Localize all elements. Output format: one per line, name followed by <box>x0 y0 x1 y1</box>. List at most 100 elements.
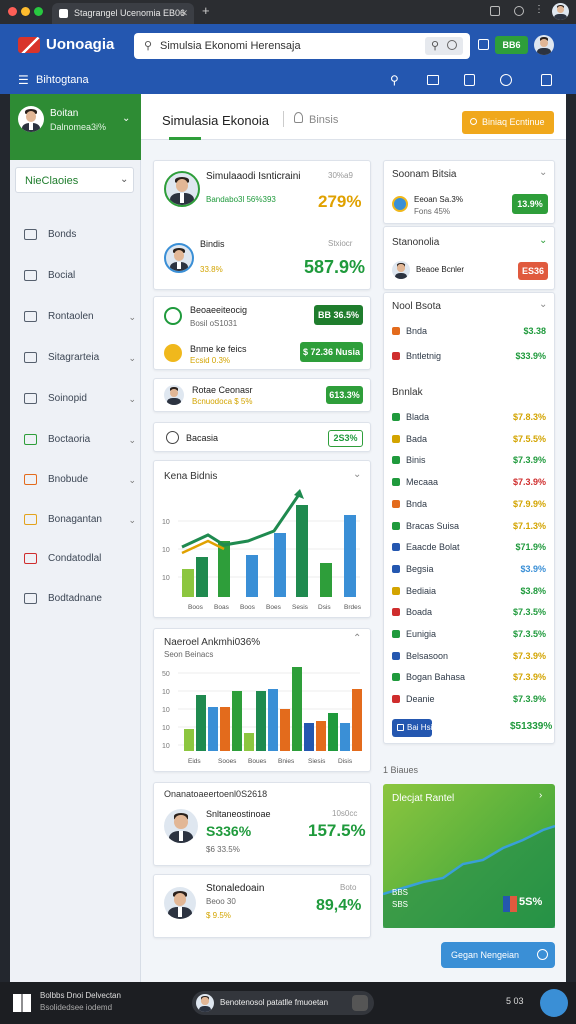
list-item-icon <box>392 608 400 617</box>
profile-sub-2: 33.8% <box>200 265 223 274</box>
small-row-card[interactable]: Bacasia 2S3% <box>153 422 371 452</box>
extensions-icon[interactable] <box>490 6 500 16</box>
sidebar-item-3[interactable]: Sitagrarteia ⌄ <box>22 347 140 369</box>
maximize-window-icon[interactable] <box>34 7 43 16</box>
list-item[interactable]: Deanie $7.3.9% <box>384 691 554 709</box>
sidebar-item-9[interactable]: Bodtadnane <box>22 588 140 610</box>
primary-button[interactable]: Bai Hsia <box>392 719 437 737</box>
new-tab-button[interactable]: + <box>202 3 210 18</box>
chart-bar <box>196 695 206 751</box>
result-count: 1 Biaues <box>383 765 419 775</box>
metric-badge: BB 36.5% <box>314 305 363 325</box>
chevron-down-icon: ⌄ <box>128 312 136 322</box>
search-button[interactable]: ⚲ <box>425 37 463 55</box>
list-item[interactable]: Begsia $3.9% <box>384 561 554 579</box>
sidebar-item-2[interactable]: Rontaolen ⌄ <box>22 306 140 328</box>
list-item[interactable]: Boada $7.3.5% <box>384 604 554 622</box>
sidebar-item-icon <box>24 393 37 404</box>
browser-avatar[interactable] <box>552 3 569 20</box>
assistant-icon[interactable] <box>540 989 568 1017</box>
menu-icon[interactable]: ⋮ <box>534 4 544 15</box>
chevron-down-icon[interactable]: ⌄ <box>539 167 547 178</box>
sidebar-item-4[interactable]: Soinopid ⌄ <box>22 388 140 410</box>
sidebar-item-1[interactable]: Bocial <box>22 265 140 287</box>
search-input[interactable]: Simulsia Ekonomi Herensaja <box>160 40 301 52</box>
doc-icon <box>397 724 404 731</box>
chart-bar <box>344 515 356 597</box>
grid-icon[interactable] <box>478 39 489 50</box>
list-item[interactable]: Mecaaa $7.3.9% <box>384 474 554 492</box>
x-tick-label: Sesis <box>292 604 309 611</box>
list-item-value: $7.3.9% <box>512 672 546 683</box>
chevron-down-icon[interactable]: ⌄ <box>353 469 361 480</box>
chart-bar <box>268 689 278 751</box>
sidebar-item-0[interactable]: Bonds <box>22 224 140 246</box>
close-window-icon[interactable] <box>8 7 17 16</box>
sidebar-item-icon <box>24 311 37 322</box>
list-item[interactable]: Eunigia $7.3.5% <box>384 626 554 644</box>
list-item[interactable]: Blada $7.8.3% <box>384 409 554 427</box>
chart-1-svg: 10 10 10 Boos Boas Boos Boes Sesis Dsis Brdes <box>162 489 362 611</box>
list-item[interactable]: Binis $7.3.9% <box>384 452 554 470</box>
sidebar-item-icon <box>24 229 37 240</box>
list-item[interactable]: Bnda $7.9.9% <box>384 496 554 514</box>
chat-icon[interactable] <box>541 74 552 86</box>
list-item-icon <box>392 434 400 443</box>
list-item[interactable]: Bracas Suisa $7.1.3% <box>384 518 554 536</box>
list-item[interactable]: Bnda $3.38 <box>384 323 554 341</box>
magnifier-icon: ⚲ <box>431 40 440 52</box>
settings-icon[interactable] <box>500 74 512 86</box>
apps-icon[interactable] <box>464 74 475 86</box>
continue-button[interactable]: Biniaq Ecntinue <box>462 111 554 134</box>
list-item[interactable]: Eaacde Bolat $71.9% <box>384 539 554 557</box>
single-metric-card[interactable]: Rotae Ceonasr Bcnuodoca $ 5% 613.3% <box>153 378 371 412</box>
sidebar-item-6[interactable]: Bnobude ⌄ <box>22 469 140 491</box>
list-item-label: Bntletnig <box>406 351 442 361</box>
search-bar[interactable]: ⚲ Simulsia Ekonomi Herensaja ⚲ <box>134 33 470 59</box>
list-item[interactable]: Bediaia $3.8% <box>384 583 554 601</box>
y-tick-label: 10 <box>162 575 170 582</box>
status-badge[interactable]: BB6 <box>495 36 528 54</box>
profile-icon[interactable] <box>514 6 524 16</box>
sidebar-user-card[interactable]: Boitan Dalnomea3i% ⌄ <box>10 94 141 160</box>
taskbar-search[interactable]: Benotenosol patatlle fmuoetan <box>192 991 374 1015</box>
profile-summary-card[interactable]: Simulaaodi Isnticraini Bandabo3l 56%393 … <box>153 160 371 290</box>
filter-dropdown[interactable]: NieClaoies ⌄ <box>15 167 134 193</box>
browser-tab[interactable]: Stagrangel Ucenomia EB06 ✕ <box>52 3 194 24</box>
list-item-value: $3.9% <box>520 563 546 574</box>
list-item-label: Bnda <box>406 498 428 509</box>
list-item-label: Bogan Bahasa <box>406 672 466 683</box>
minimize-window-icon[interactable] <box>21 7 30 16</box>
right-status-card[interactable]: Stanonolia ⌄ Beaoe Bcnler ES36 <box>383 226 555 290</box>
sidebar-item-5[interactable]: Boctaoria ⌄ <box>22 429 140 451</box>
sidebar-item-icon <box>24 553 37 564</box>
list-item[interactable]: Bada $7.5.5% <box>384 431 554 449</box>
list-item-label: Blada <box>406 412 430 422</box>
chevron-right-icon[interactable]: › <box>539 790 542 801</box>
globe-icon <box>392 196 408 212</box>
promo-button[interactable]: Gegan Nengeian <box>441 942 555 968</box>
list-item[interactable]: Belsasoon $7.3.9% <box>384 648 554 666</box>
translate-icon[interactable] <box>427 75 439 85</box>
sidebar-item-7[interactable]: Bonagantan ⌄ <box>22 509 140 531</box>
hamburger-menu-icon[interactable]: ☰ <box>18 73 29 87</box>
list-item[interactable]: Bntletnig $33.9% <box>384 348 554 366</box>
user-avatar[interactable] <box>534 35 554 55</box>
breadcrumb[interactable]: Binsis <box>309 114 338 126</box>
profile-card-bottom[interactable]: Onanatoaeertoenl0S2618 Snltaneostinoae 1… <box>153 782 371 866</box>
profile-card-bottom-2[interactable]: Stonaledoain Boto Beoo 30 $ 9.5% 89,4% <box>153 874 371 938</box>
main-content: Simulasia Ekonoia Binsis Biniaq Ecntinue… <box>141 94 566 982</box>
sidebar-item-8[interactable]: Condatodlal <box>22 548 140 570</box>
sidebar-item-label: Bonds <box>48 229 77 240</box>
chevron-down-icon[interactable]: ⌄ <box>539 235 547 246</box>
promo-card[interactable]: Dlecjat Rantel › BBS SBS 5S% <box>383 784 555 928</box>
metric-card[interactable]: Beoaeeiteocig Bosil oS1031 BB 36.5% Bnme… <box>153 296 371 370</box>
list-item[interactable]: Bogan Bahasa $7.3.9% <box>384 669 554 687</box>
tab-close-icon[interactable]: ✕ <box>180 3 188 24</box>
chart-title: Naeroel Ankmhi036% <box>164 637 261 648</box>
search-icon[interactable]: ⚲ <box>390 73 399 87</box>
chevron-up-icon[interactable]: ⌃ <box>353 633 361 644</box>
windows-start-icon[interactable] <box>13 994 31 1012</box>
right-profile-card[interactable]: Soonam Bitsia ⌄ Eeoan Sa.3% Fons 45% 13.… <box>383 160 555 224</box>
chevron-down-icon[interactable]: ⌄ <box>539 299 547 310</box>
